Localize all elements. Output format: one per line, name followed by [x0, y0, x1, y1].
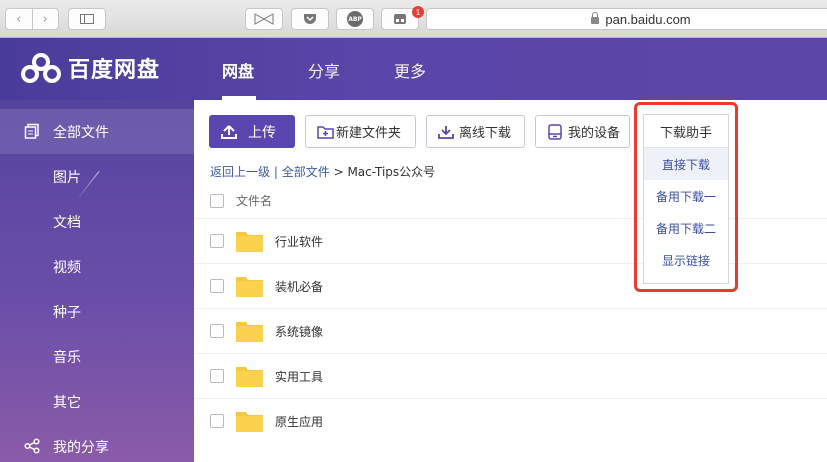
logo[interactable]: 百度网盘: [20, 52, 160, 84]
upload-label: 上传: [248, 124, 276, 141]
upload-icon: [220, 123, 238, 141]
files-icon: [24, 123, 39, 139]
device-icon: [546, 123, 564, 141]
nav-share[interactable]: 分享: [308, 58, 340, 82]
nav-more[interactable]: 更多: [394, 58, 426, 82]
file-name[interactable]: 实用工具: [275, 368, 323, 385]
sidebar-icon: [80, 14, 94, 24]
sidebar-item-torrents[interactable]: 种子: [0, 289, 194, 334]
row-checkbox[interactable]: [210, 414, 224, 428]
breadcrumb-arrow: >: [333, 165, 344, 179]
download-helper-button[interactable]: 下载助手: [644, 115, 728, 148]
browser-toolbar: ‹ › ABP 1 pan.baidu.com: [0, 0, 827, 38]
breadcrumb: 返回上一级 | 全部文件 > Mac-Tips公众号: [210, 163, 435, 180]
folder-icon: [236, 367, 263, 387]
extension-icon: [394, 14, 406, 24]
backup-download-2-option[interactable]: 备用下载二: [644, 212, 728, 244]
pocket-button[interactable]: [291, 8, 329, 30]
abp-icon: ABP: [347, 11, 363, 27]
bowtie-icon: [254, 13, 274, 25]
file-name[interactable]: 系统镜像: [275, 323, 323, 340]
folder-icon: [236, 232, 263, 252]
table-row[interactable]: 系统镜像: [194, 308, 827, 353]
folder-icon: [236, 277, 263, 297]
back-forward-buttons: ‹ ›: [5, 8, 59, 30]
nav-netdisk[interactable]: 网盘: [222, 58, 254, 82]
row-checkbox[interactable]: [210, 324, 224, 338]
sidebar-item-other[interactable]: 其它: [0, 379, 194, 424]
breadcrumb-all-files-link[interactable]: 全部文件: [282, 165, 330, 179]
share-icon: [24, 438, 40, 454]
back-button[interactable]: ‹: [6, 9, 33, 29]
sidebar-item-label: 我的分享: [53, 439, 109, 456]
sidebar-item-label: 图片: [53, 169, 81, 186]
sidebar-item-my-shares[interactable]: 我的分享: [0, 424, 194, 462]
table-row[interactable]: 原生应用: [194, 398, 827, 443]
app-header: 百度网盘 网盘 分享 更多: [0, 38, 827, 100]
breadcrumb-back-link[interactable]: 返回上一级: [210, 165, 270, 179]
top-nav: 网盘 分享 更多: [222, 58, 480, 82]
sidebar-item-label: 种子: [53, 304, 81, 321]
sidebar-item-label: 文档: [53, 214, 81, 231]
pocket-icon: [304, 14, 316, 24]
select-all-checkbox[interactable]: [210, 193, 224, 208]
column-filename[interactable]: 文件名: [236, 192, 272, 209]
url-text: pan.baidu.com: [605, 11, 691, 27]
download-helper-dropdown: 下载助手 直接下载 备用下载一 备用下载二 显示链接: [643, 114, 729, 284]
sidebar-item-videos[interactable]: 视频: [0, 244, 194, 289]
offline-download-button[interactable]: 离线下载: [426, 115, 525, 148]
file-name[interactable]: 装机必备: [275, 278, 323, 295]
new-folder-button[interactable]: 新建文件夹: [305, 115, 416, 148]
backup-download-1-option[interactable]: 备用下载一: [644, 180, 728, 212]
direct-download-option[interactable]: 直接下载: [644, 148, 728, 180]
sidebar: 全部文件 图片 文档 视频 种子 音乐 其它 我的分享: [0, 100, 194, 462]
row-checkbox[interactable]: [210, 279, 224, 293]
sidebar-item-all-files[interactable]: 全部文件: [0, 109, 194, 154]
row-checkbox[interactable]: [210, 234, 224, 248]
show-link-option[interactable]: 显示链接: [644, 244, 728, 276]
file-name[interactable]: 原生应用: [275, 413, 323, 430]
sidebar-toggle-button[interactable]: [68, 8, 106, 30]
sidebar-item-images[interactable]: 图片: [0, 154, 194, 199]
address-bar[interactable]: pan.baidu.com: [426, 8, 827, 30]
sidebar-item-documents[interactable]: 文档: [0, 199, 194, 244]
sidebar-item-label: 视频: [53, 259, 81, 276]
my-devices-label: 我的设备: [568, 126, 621, 141]
bowtie-extension-button[interactable]: [245, 8, 283, 30]
sidebar-item-label: 全部文件: [53, 124, 109, 141]
upload-button[interactable]: 上传: [209, 115, 295, 148]
table-row[interactable]: 实用工具: [194, 353, 827, 398]
breadcrumb-current: Mac-Tips公众号: [347, 165, 436, 179]
sidebar-item-label: 其它: [53, 394, 81, 411]
folder-icon: [236, 412, 263, 432]
my-devices-button[interactable]: 我的设备: [535, 115, 630, 148]
row-checkbox[interactable]: [210, 369, 224, 383]
new-folder-icon: [316, 123, 334, 141]
forward-button[interactable]: ›: [33, 9, 59, 29]
adblock-button[interactable]: ABP: [336, 8, 374, 30]
cloud-logo-icon: [21, 53, 61, 83]
download-icon: [437, 123, 455, 141]
offline-download-label: 离线下载: [459, 126, 512, 141]
file-name[interactable]: 行业软件: [275, 233, 323, 250]
file-list-header: 文件名: [210, 192, 272, 209]
brand-name: 百度网盘: [68, 58, 161, 83]
sidebar-item-music[interactable]: 音乐: [0, 334, 194, 379]
notification-badge: 1: [412, 6, 424, 18]
sidebar-item-label: 音乐: [53, 349, 81, 366]
new-folder-label: 新建文件夹: [336, 126, 402, 141]
folder-icon: [236, 322, 263, 342]
lock-icon: [591, 11, 600, 24]
breadcrumb-separator: |: [273, 165, 278, 179]
